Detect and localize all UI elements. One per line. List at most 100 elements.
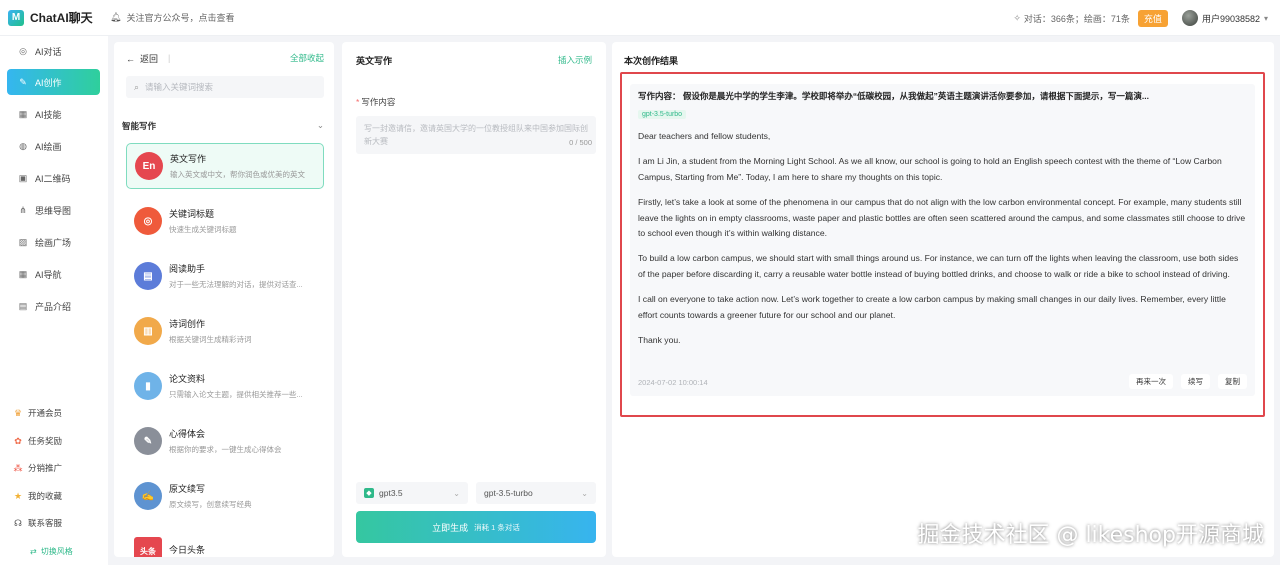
- sidebar-item-mindmap[interactable]: ⋔ 思维导图: [7, 197, 100, 223]
- back-label: 返回: [140, 53, 159, 64]
- assistant-list-panel: ← 返回 | 全部收起 ⌕ 请输入关键词搜索 智能写作 ⌄ En 英文写作 输入…: [114, 42, 334, 557]
- content-textarea[interactable]: 写一封邀请信，邀请英国大学的一位教授组队来中国参加国际创新大赛: [356, 116, 596, 154]
- avatar[interactable]: [1181, 10, 1198, 26]
- sparkle-icon: ✧: [1013, 12, 1021, 23]
- card-desc: 根据你的要求，一键生成心得体会: [169, 445, 282, 454]
- usage-text: 对话：366条；绘画：71条: [1023, 13, 1130, 24]
- switch-style-button[interactable]: ⇄ 切换风格: [30, 546, 73, 557]
- card-title: 论文资料: [169, 374, 206, 384]
- palette-icon: ◍: [19, 140, 27, 151]
- sidebar-item-ai-draw[interactable]: ◍ AI绘画: [7, 133, 100, 159]
- card-text: 英文写作 输入英文或中文，帮你润色或优美的英文: [170, 152, 305, 180]
- card-text: 论文资料 只需输入论文主题，提供相关推荐一些...: [169, 372, 303, 400]
- card-desc: 快速生成关键词标题: [169, 225, 237, 234]
- back-button[interactable]: ← 返回: [126, 52, 158, 65]
- top-right-area: ✧ 对话：366条；绘画：71条 充值 用户99038582 ▾: [1013, 0, 1268, 36]
- contact-support-link[interactable]: ☊ 联系客服: [12, 514, 102, 532]
- grid-icon: ▦: [18, 268, 28, 279]
- card-desc: 根据关键词生成精彩诗词: [169, 335, 252, 344]
- headset-icon: ☊: [14, 517, 22, 528]
- english-writing-icon: En: [135, 152, 163, 180]
- sidebar-item-product-intro[interactable]: ▤ 产品介绍: [7, 293, 100, 319]
- sidebar-item-ai-skills[interactable]: ▦ AI技能: [7, 101, 100, 127]
- result-panel: 本次创作结果 写作内容： 假设你是晨光中学的学生李津。学校即将举办“低碳校园，从…: [612, 42, 1274, 557]
- sidebar-item-gallery[interactable]: ▨ 绘画广场: [7, 229, 100, 255]
- assistant-card-headlines[interactable]: 头条 今日头条: [126, 528, 324, 557]
- qrcode-icon: ▣: [18, 172, 28, 183]
- share-icon: ⁂: [13, 462, 23, 473]
- generate-label: 立即生成: [432, 522, 469, 533]
- distribution-link[interactable]: ⁂ 分销推广: [12, 459, 102, 477]
- sidebar-item-label: AI技能: [35, 109, 62, 120]
- open-vip-link[interactable]: ♛ 开通会员: [12, 404, 102, 422]
- model-select[interactable]: ◆ gpt3.5 ⌄: [356, 482, 468, 504]
- result-paragraph: Dear teachers and fellow students,: [638, 131, 771, 141]
- sidebar-item-ai-chat[interactable]: ◎ AI对话: [7, 38, 100, 64]
- chevron-down-icon: ⌄: [316, 120, 324, 130]
- card-title: 英文写作: [170, 154, 207, 164]
- binders-icon: ▮: [134, 372, 162, 400]
- app-root: M ChatAI聊天 🔔︎ 关注官方公众号，点击查看 ✧ 对话：366条；绘画：…: [0, 0, 1280, 565]
- icon-glyph: ✎: [143, 435, 153, 447]
- favorites-link[interactable]: ★ 我的收藏: [12, 487, 102, 505]
- sidebar-item-ai-navigation[interactable]: ▦ AI导航: [7, 261, 100, 287]
- card-title: 关键词标题: [169, 209, 215, 219]
- sidebar-item-label: AI对话: [35, 46, 62, 57]
- result-paragraph: Thank you.: [638, 335, 681, 346]
- card-text: 原文续写 原文续写，创意续写经典: [169, 482, 252, 510]
- card-title: 今日头条: [169, 544, 206, 555]
- collapse-all-button[interactable]: 全部收起: [290, 52, 324, 64]
- writing-hand-icon: ✍: [134, 482, 162, 510]
- sidebar-item-ai-create[interactable]: ✎ AI创作: [7, 69, 100, 95]
- icon-glyph: ✍: [141, 490, 155, 502]
- result-actions: 再来一次 续写 复制: [1121, 374, 1247, 389]
- result-paragraph: I call on everyone to take action now. L…: [638, 294, 1226, 320]
- sidebar-item-ai-qrcode[interactable]: ▣ AI二维码: [7, 165, 100, 191]
- field-label-text: 写作内容: [361, 97, 396, 107]
- submodel-select[interactable]: gpt-3.5-turbo ⌄: [476, 482, 596, 504]
- submodel-value: gpt-3.5-turbo: [484, 488, 533, 498]
- assistant-card-poetry[interactable]: ▥ 诗词创作 根据关键词生成精彩诗词: [126, 308, 324, 354]
- assistant-card-reflection[interactable]: ✎ 心得体会 根据你的要求，一键生成心得体会: [126, 418, 324, 464]
- app-logo[interactable]: M ChatAI聊天: [0, 9, 110, 26]
- recharge-button[interactable]: 充值: [1137, 9, 1168, 27]
- divider: |: [168, 53, 171, 63]
- result-body[interactable]: Dear teachers and fellow students, I am …: [638, 129, 1247, 348]
- assistant-card-keyword-title[interactable]: ◎ 关键词标题 快速生成关键词标题: [126, 198, 324, 244]
- chevron-down-icon[interactable]: ▾: [1264, 14, 1268, 23]
- user-name[interactable]: 用户99038582: [1202, 12, 1260, 25]
- copy-button[interactable]: 复制: [1218, 374, 1247, 389]
- assistant-card-reading-helper[interactable]: ▤ 阅读助手 对于一些无法理解的对话，提供对话查...: [126, 253, 324, 299]
- grid-icon: ▦: [18, 108, 28, 119]
- icon-glyph: En: [142, 160, 156, 172]
- task-reward-link[interactable]: ✿ 任务奖励: [12, 432, 102, 450]
- continue-button[interactable]: 续写: [1181, 374, 1210, 389]
- sidebar-item-label: 产品介绍: [35, 301, 72, 312]
- required-mark: *: [356, 97, 360, 107]
- nav-bottom-label: 联系客服: [28, 518, 63, 528]
- result-title: 本次创作结果: [624, 56, 679, 66]
- pen-icon: ✎: [134, 427, 162, 455]
- star-icon: ★: [13, 490, 23, 501]
- search-input[interactable]: ⌕ 请输入关键词搜索: [126, 76, 324, 98]
- card-text: 诗词创作 根据关键词生成精彩诗词: [169, 317, 252, 345]
- nav-bottom-label: 开通会员: [28, 408, 63, 418]
- sidebar-item-label: 思维导图: [35, 205, 72, 216]
- nav-bottom-label: 分销推广: [28, 463, 63, 473]
- regenerate-button[interactable]: 再来一次: [1129, 374, 1173, 389]
- category-header[interactable]: 智能写作 ⌄: [122, 120, 324, 134]
- assistant-card-english-writing[interactable]: En 英文写作 输入英文或中文，帮你润色或优美的英文: [126, 143, 324, 189]
- headline-icon: 头条: [134, 537, 162, 557]
- insert-example-button[interactable]: 插入示例: [558, 54, 592, 66]
- list-panel-header: ← 返回 | 全部收起: [126, 50, 324, 66]
- field-label: * 写作内容: [356, 96, 395, 108]
- chatai-logo-icon: M: [8, 9, 24, 26]
- card-title: 阅读助手: [169, 264, 206, 274]
- assistant-card-continue-writing[interactable]: ✍ 原文续写 原文续写，创意续写经典: [126, 473, 324, 519]
- write-icon: ✎: [19, 76, 27, 87]
- notice-bar[interactable]: 🔔︎ 关注官方公众号，点击查看: [110, 11, 234, 24]
- generate-button[interactable]: 立即生成 消耗 1 条对话: [356, 511, 596, 543]
- open-book-icon: ▥: [134, 317, 162, 345]
- assistant-card-thesis[interactable]: ▮ 论文资料 只需输入论文主题，提供相关推荐一些...: [126, 363, 324, 409]
- icon-glyph: ▮: [145, 380, 151, 392]
